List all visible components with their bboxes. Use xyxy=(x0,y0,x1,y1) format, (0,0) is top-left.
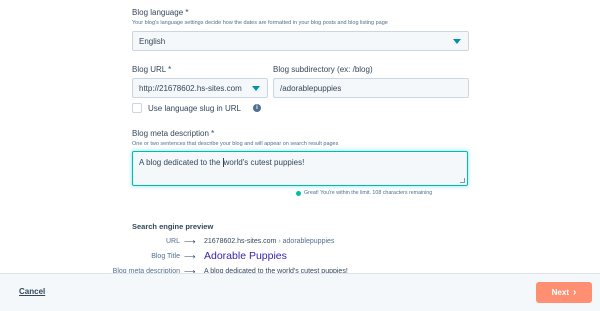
preview-url-key: URL xyxy=(165,238,180,245)
preview-url-value: 21678602.hs-sites.com › adorablepuppies xyxy=(204,238,334,245)
cancel-button[interactable]: Cancel xyxy=(19,287,45,296)
chevron-down-icon xyxy=(252,86,260,91)
preview-url-path: adorablepuppies xyxy=(282,238,335,245)
blog-language-select[interactable]: English xyxy=(132,31,469,51)
meta-description-label: Blog meta description * xyxy=(132,129,215,138)
meta-description-help: One or two sentences that describe your … xyxy=(132,141,339,147)
chevron-down-icon xyxy=(453,39,461,44)
chevron-right-icon: › xyxy=(573,287,577,298)
meta-description-text-b: world's cutest puppies! xyxy=(223,158,305,167)
arrow-right-icon: ⟶ xyxy=(184,237,196,246)
breadcrumb-separator-icon: › xyxy=(278,238,281,245)
info-icon[interactable]: i xyxy=(253,104,261,112)
blog-language-value: English xyxy=(139,36,166,46)
blog-subdirectory-value: /adorablepuppies xyxy=(280,83,342,93)
meta-description-status: Great! You're within the limit. 108 char… xyxy=(304,190,433,196)
next-button-label: Next xyxy=(551,288,569,297)
success-dot-icon xyxy=(296,191,301,196)
meta-description-textarea[interactable]: A blog dedicated to the world's cutest p… xyxy=(132,151,468,186)
wizard-footer: Cancel Next › xyxy=(0,273,600,311)
blog-language-help: Your blog's language settings decide how… xyxy=(132,20,388,26)
preview-url-domain: 21678602.hs-sites.com xyxy=(204,238,277,245)
blog-subdirectory-input[interactable]: /adorablepuppies xyxy=(273,78,469,98)
blog-url-label: Blog URL * xyxy=(132,65,172,74)
blog-language-label: Blog language * xyxy=(132,8,189,17)
preview-title-value: Adorable Puppies xyxy=(204,250,287,262)
meta-description-text-a: A blog dedicated to the xyxy=(139,158,223,167)
next-button[interactable]: Next › xyxy=(536,282,592,303)
blog-subdirectory-label: Blog subdirectory (ex: /blog) xyxy=(273,65,373,74)
blog-url-select[interactable]: http://21678602.hs-sites.com xyxy=(132,78,268,98)
preview-title-key: Blog Title xyxy=(151,253,180,260)
language-slug-label[interactable]: Use language slug in URL xyxy=(148,104,241,113)
arrow-right-icon: ⟶ xyxy=(184,252,196,261)
search-preview-heading: Search engine preview xyxy=(132,222,214,231)
resize-handle-icon[interactable] xyxy=(460,178,465,183)
language-slug-checkbox[interactable] xyxy=(132,103,142,113)
blog-url-value: http://21678602.hs-sites.com xyxy=(139,83,242,93)
